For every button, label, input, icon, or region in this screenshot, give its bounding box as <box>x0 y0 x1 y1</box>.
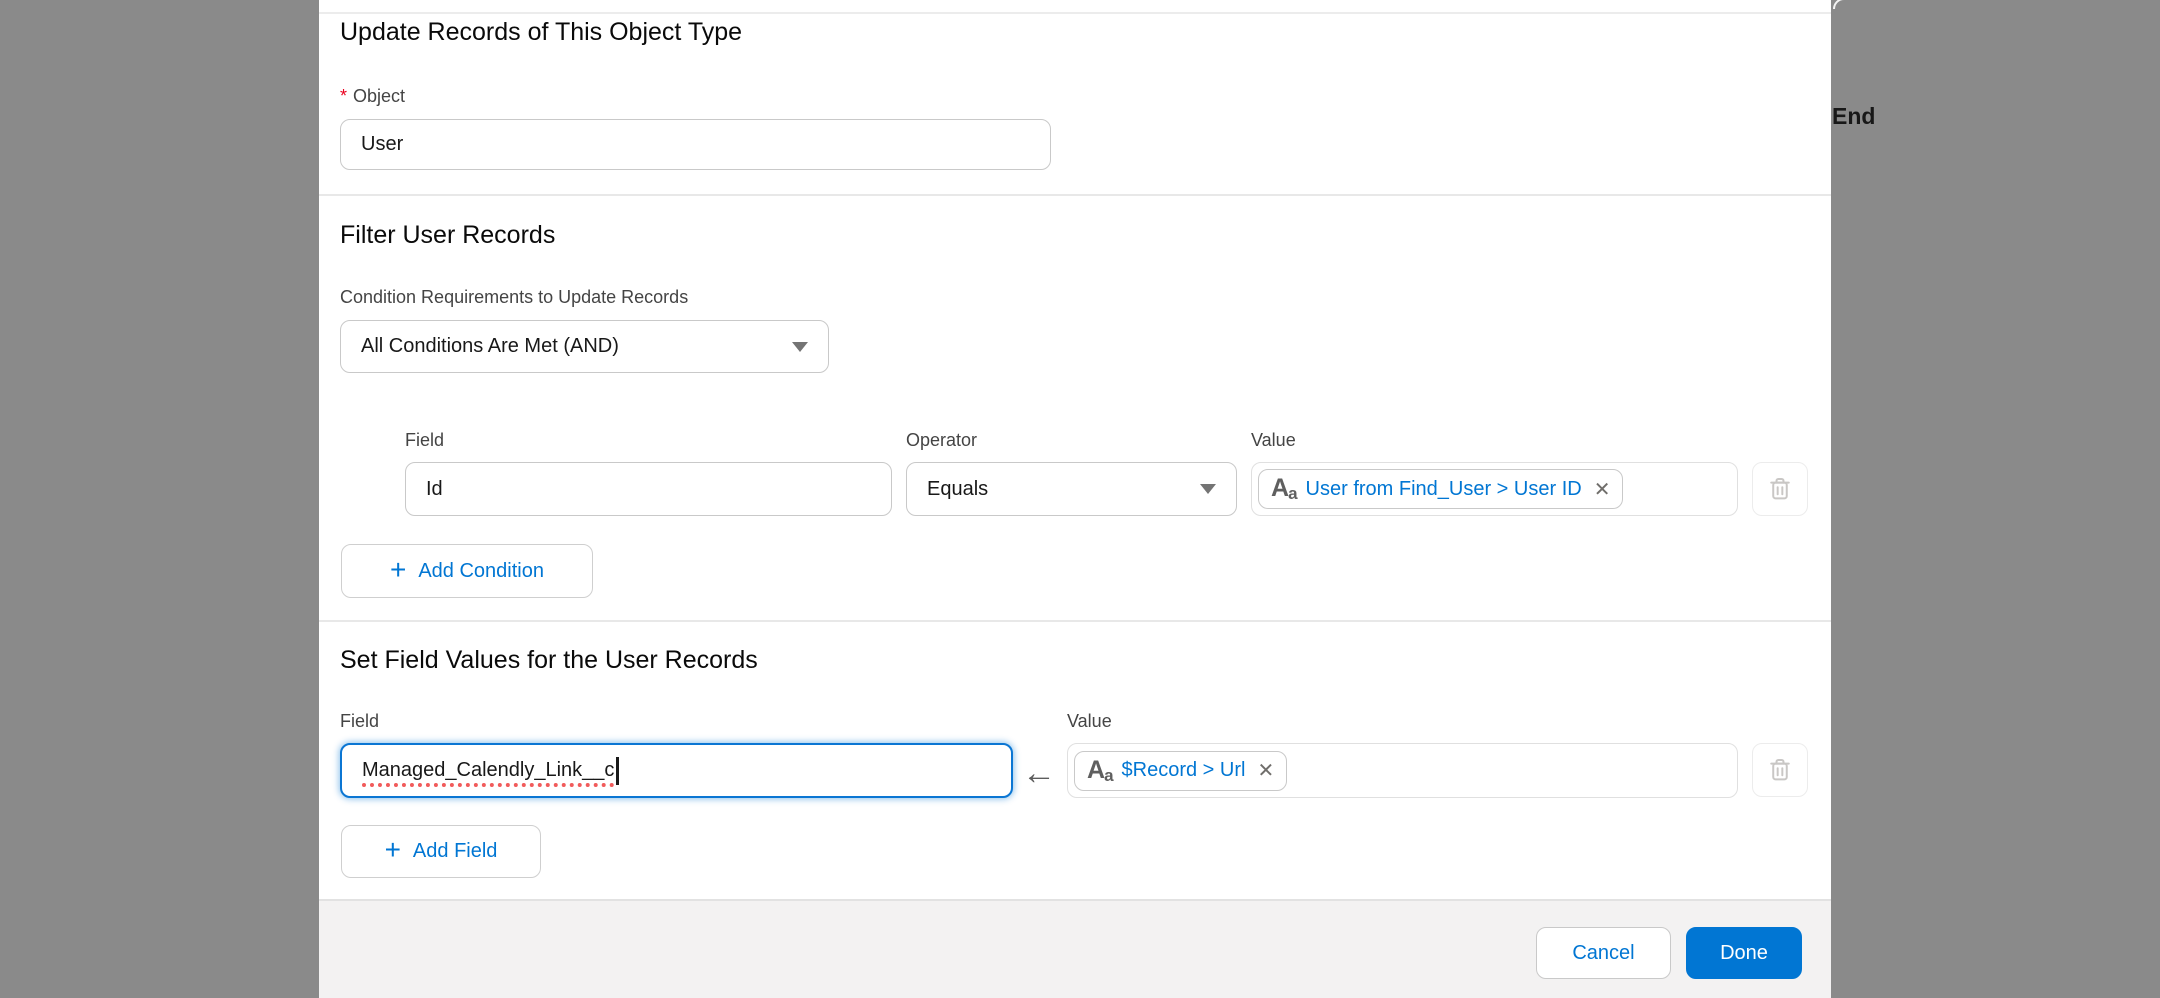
required-asterisk: * <box>340 86 347 106</box>
text-type-icon: Aa <box>1087 758 1114 784</box>
section-divider-1 <box>319 194 1831 196</box>
text-cursor <box>616 757 619 785</box>
add-field-button[interactable]: + Add Field <box>341 825 541 878</box>
section-divider-2 <box>319 620 1831 622</box>
arrow-left-icon: ← <box>1022 756 1056 790</box>
add-condition-button[interactable]: + Add Condition <box>341 544 593 598</box>
delete-condition-button[interactable] <box>1752 462 1808 516</box>
close-icon[interactable]: ✕ <box>1257 758 1274 783</box>
set-value-label: Value <box>1067 711 1112 732</box>
update-section-title: Update Records of This Object Type <box>340 18 742 47</box>
done-button[interactable]: Done <box>1686 927 1802 979</box>
set-field-input[interactable]: Managed_Calendly_Link__c <box>340 743 1013 798</box>
flow-editor-screen: End Update Records of This Object Type *… <box>0 0 2160 998</box>
panel-footer: Cancel Done <box>319 899 1831 998</box>
condition-field-input[interactable]: Id <box>405 462 892 516</box>
condition-operator-select[interactable]: Equals <box>906 462 1237 516</box>
set-value-combobox[interactable]: Aa $Record > Url ✕ <box>1067 743 1738 798</box>
object-input[interactable]: User <box>340 119 1051 170</box>
set-field-label: Field <box>340 711 379 732</box>
trash-icon <box>1766 475 1794 503</box>
chevron-down-icon <box>1200 484 1216 494</box>
condition-field-label: Field <box>405 430 444 451</box>
condition-value-pill[interactable]: Aa User from Find_User > User ID ✕ <box>1258 469 1623 509</box>
condition-requirements-label: Condition Requirements to Update Records <box>340 287 688 308</box>
trash-icon <box>1766 756 1794 784</box>
filter-section-title: Filter User Records <box>340 221 555 250</box>
close-icon[interactable]: ✕ <box>1594 477 1611 502</box>
text-type-icon: Aa <box>1271 476 1298 502</box>
cancel-button[interactable]: Cancel <box>1536 927 1671 979</box>
background-node-corner <box>1833 0 1863 9</box>
condition-requirements-select[interactable]: All Conditions Are Met (AND) <box>340 320 829 373</box>
set-values-section-title: Set Field Values for the User Records <box>340 646 758 675</box>
panel-top-divider <box>319 12 1831 14</box>
chevron-down-icon <box>792 342 808 352</box>
plus-icon: + <box>390 556 406 584</box>
condition-value-label: Value <box>1251 430 1296 451</box>
condition-operator-label: Operator <box>906 430 977 451</box>
plus-icon: + <box>385 836 401 864</box>
condition-value-combobox[interactable]: Aa User from Find_User > User ID ✕ <box>1251 462 1738 516</box>
object-label: *Object <box>340 86 405 107</box>
set-value-pill[interactable]: Aa $Record > Url ✕ <box>1074 751 1287 791</box>
delete-field-button[interactable] <box>1752 743 1808 797</box>
end-node-label: End <box>1832 103 1875 130</box>
update-records-panel: Update Records of This Object Type *Obje… <box>319 0 1831 998</box>
